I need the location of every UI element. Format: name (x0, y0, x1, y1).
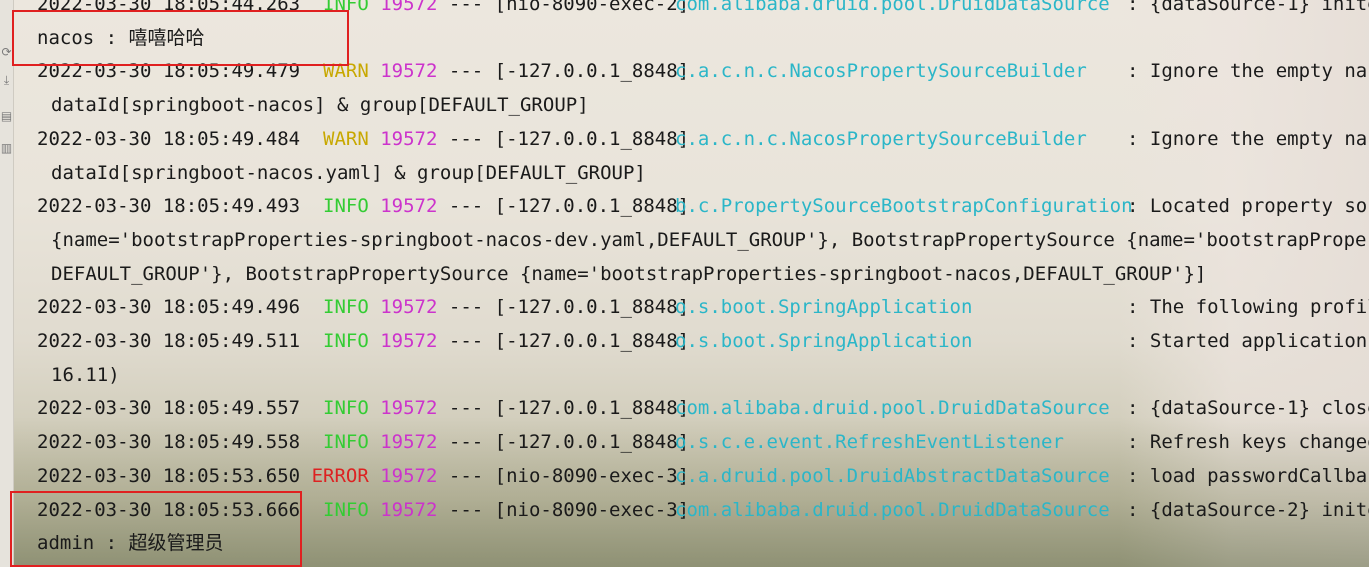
log-thread: [nio-8090-exec-3] (494, 464, 690, 487)
log-separator: --- (448, 431, 484, 454)
log-text: DEFAULT_GROUP'}, BootstrapPropertySource… (51, 262, 1207, 285)
log-thread: [-127.0.0.1_8848] (494, 195, 690, 218)
log-message: : {dataSource-1} inite (1127, 0, 1369, 15)
log-separator: --- (448, 464, 484, 487)
log-timestamp: 2022-03-30 18:05:49.493 (37, 195, 301, 218)
log-pid: 19572 (380, 498, 438, 521)
log-separator: --- (448, 0, 484, 15)
log-text: {name='bootstrapProperties-springboot-na… (51, 228, 1369, 251)
log-thread: [-127.0.0.1_8848] (494, 431, 690, 454)
highlight-box-admin (10, 491, 302, 567)
log-timestamp: 2022-03-30 18:05:53.650 (37, 464, 301, 487)
log-message: : Refresh keys changed (1127, 431, 1369, 454)
log-message: : Ignore the empty nac (1127, 127, 1369, 150)
log-level: INFO (323, 498, 369, 521)
log-entry: 2022-03-30 18:05:49.484 WARN 19572 --- [… (37, 124, 1369, 154)
log-text: dataId[springboot-nacos.yaml] & group[DE… (51, 161, 646, 184)
log-timestamp: 2022-03-30 18:05:49.496 (37, 296, 301, 319)
log-entry: 2022-03-30 18:05:49.511 INFO 19572 --- [… (37, 326, 1367, 356)
log-timestamp: 2022-03-30 18:05:49.557 (37, 397, 301, 420)
log-thread: [-127.0.0.1_8848] (494, 296, 690, 319)
log-entry: 2022-03-30 18:05:49.496 INFO 19572 --- [… (37, 292, 1369, 322)
log-continuation: dataId[springboot-nacos] & group[DEFAULT… (51, 90, 589, 120)
log-continuation: {name='bootstrapProperties-springboot-na… (51, 225, 1369, 255)
log-pid: 19572 (380, 464, 438, 487)
log-thread: [-127.0.0.1_8848] (494, 330, 690, 352)
log-timestamp: 2022-03-30 18:05:49.511 (37, 330, 301, 352)
log-logger-link[interactable]: com.alibaba.druid.pool.DruidDataSource (675, 495, 1110, 525)
log-pid: 19572 (380, 195, 438, 218)
log-entry: 2022-03-30 18:05:49.493 INFO 19572 --- [… (37, 191, 1369, 221)
log-message: : The following profil (1127, 296, 1369, 319)
log-prefix: 2022-03-30 18:05:49.558 INFO 19572 --- [… (37, 427, 689, 457)
log-prefix: 2022-03-30 18:05:53.650 ERROR 19572 --- … (37, 461, 689, 491)
log-separator: --- (448, 397, 484, 420)
console-output[interactable]: 2022-03-30 18:05:44.263 INFO 19572 --- [… (37, 0, 1369, 567)
log-pid: 19572 (380, 60, 438, 83)
log-level: INFO (323, 195, 369, 218)
log-entry: 2022-03-30 18:05:49.558 INFO 19572 --- [… (37, 427, 1369, 457)
log-prefix: 2022-03-30 18:05:49.493 INFO 19572 --- [… (37, 191, 689, 221)
log-text: 16.11) (51, 363, 120, 386)
log-logger-link[interactable]: o.s.boot.SpringApplication (675, 292, 972, 322)
log-continuation: 16.11) (51, 360, 120, 390)
highlight-box-nacos (12, 10, 349, 66)
log-message: : load passwordCallbac (1127, 464, 1369, 487)
log-prefix: 2022-03-30 18:05:49.496 INFO 19572 --- [… (37, 292, 689, 322)
log-message: : Located property sou (1127, 195, 1369, 218)
log-entry: 2022-03-30 18:05:53.650 ERROR 19572 --- … (37, 461, 1369, 491)
log-separator: --- (448, 60, 484, 83)
log-pid: 19572 (380, 330, 438, 352)
log-logger-link[interactable]: c.a.c.n.c.NacosPropertySourceBuilder (675, 124, 1087, 154)
log-continuation: dataId[springboot-nacos.yaml] & group[DE… (51, 158, 646, 188)
log-logger-link[interactable]: com.alibaba.druid.pool.DruidDataSource (675, 0, 1110, 19)
log-prefix: 2022-03-30 18:05:49.511 INFO 19572 --- [… (37, 326, 689, 356)
log-level: ERROR (311, 464, 369, 487)
log-thread: [-127.0.0.1_8848] (494, 397, 690, 420)
log-prefix: 2022-03-30 18:05:49.557 INFO 19572 --- [… (37, 393, 689, 423)
log-pid: 19572 (380, 0, 438, 15)
log-level: INFO (323, 330, 369, 352)
log-pid: 19572 (380, 397, 438, 420)
log-separator: --- (448, 330, 484, 352)
log-message: : {dataSource-1} close (1127, 397, 1369, 420)
log-logger-link[interactable]: c.a.druid.pool.DruidAbstractDataSource (675, 461, 1110, 491)
log-continuation: DEFAULT_GROUP'}, BootstrapPropertySource… (51, 259, 1206, 289)
log-pid: 19572 (380, 431, 438, 454)
log-thread: [-127.0.0.1_8848] (494, 60, 690, 83)
log-pid: 19572 (380, 127, 438, 150)
log-message: : {dataSource-2} inite (1127, 498, 1369, 521)
log-thread: [nio-8090-exec-3] (494, 498, 690, 521)
log-level: INFO (323, 296, 369, 319)
log-separator: --- (448, 195, 484, 218)
log-logger-link[interactable]: c.a.c.n.c.NacosPropertySourceBuilder (675, 56, 1087, 86)
log-timestamp: 2022-03-30 18:05:49.558 (37, 431, 301, 454)
log-entry: 2022-03-30 18:05:49.557 INFO 19572 --- [… (37, 393, 1369, 423)
log-message: : Started application (1127, 330, 1368, 352)
log-logger-link[interactable]: o.s.boot.SpringApplication (675, 326, 972, 356)
log-separator: --- (448, 498, 484, 521)
log-separator: --- (448, 127, 484, 150)
log-logger-link[interactable]: b.c.PropertySourceBootstrapConfiguration (675, 191, 1133, 221)
log-thread: [nio-8090-exec-2] (494, 0, 690, 15)
log-logger-link[interactable]: com.alibaba.druid.pool.DruidDataSource (675, 393, 1110, 423)
print-icon[interactable]: ▤ (0, 108, 13, 124)
log-level: INFO (323, 431, 369, 454)
trash-icon[interactable]: ▥ (0, 140, 13, 156)
log-prefix: 2022-03-30 18:05:49.484 WARN 19572 --- [… (37, 124, 689, 154)
log-text: dataId[springboot-nacos] & group[DEFAULT… (51, 94, 589, 117)
console-toolbar: ⟳ ⤓ ▤ ▥ (0, 0, 14, 567)
log-level: INFO (323, 397, 369, 420)
log-level: WARN (323, 127, 369, 150)
log-pid: 19572 (380, 296, 438, 319)
log-timestamp: 2022-03-30 18:05:49.484 (37, 127, 301, 150)
log-separator: --- (448, 296, 484, 319)
log-message: : Ignore the empty nac (1127, 60, 1369, 83)
scroll-down-icon[interactable]: ⤓ (0, 72, 13, 88)
log-thread: [-127.0.0.1_8848] (494, 127, 690, 150)
log-logger-link[interactable]: o.s.c.e.event.RefreshEventListener (675, 427, 1064, 457)
